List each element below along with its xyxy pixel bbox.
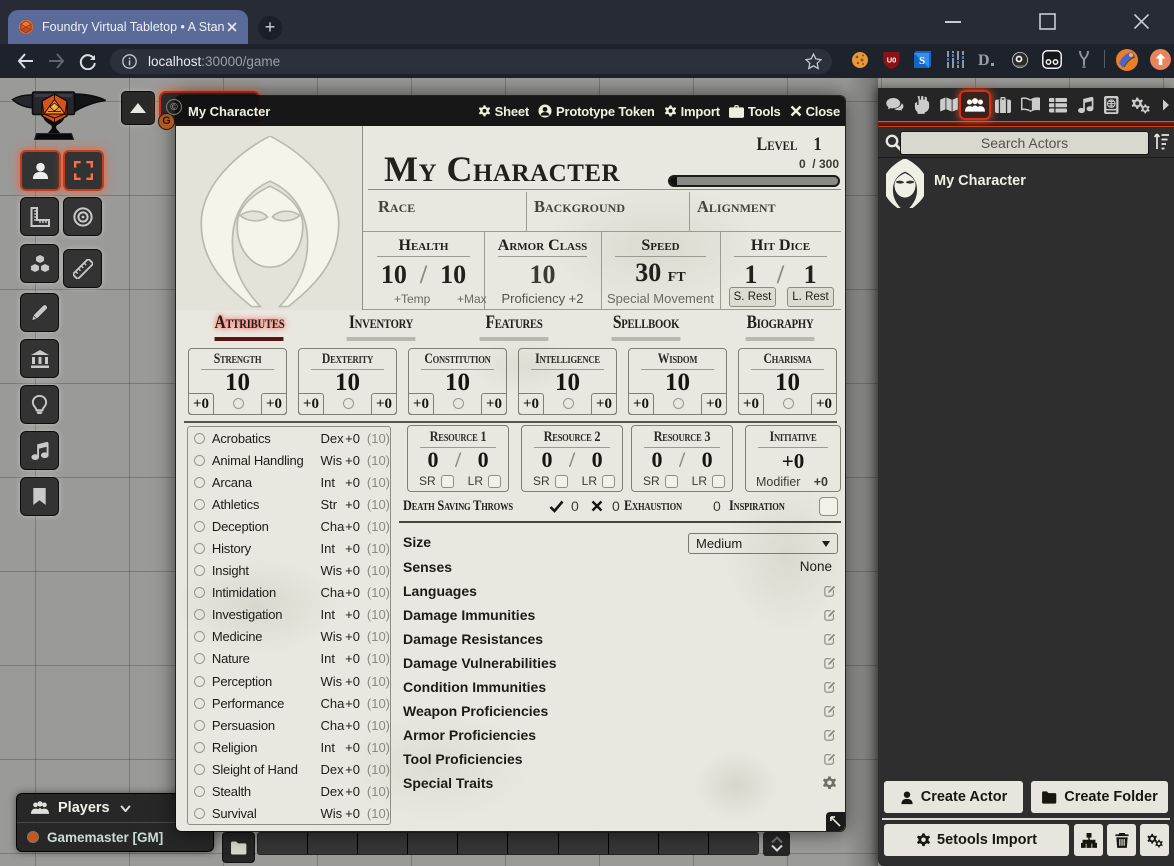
svg-text:U0: U0 <box>887 56 897 65</box>
svg-text:S: S <box>919 55 925 67</box>
svg-text:D: D <box>978 52 990 68</box>
